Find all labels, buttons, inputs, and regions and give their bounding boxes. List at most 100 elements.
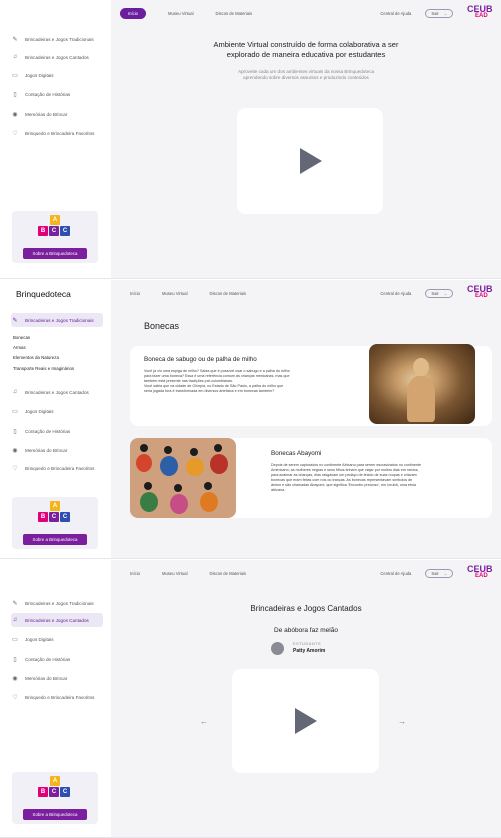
top-nav: Início Museu Virtual Discos de Materiais… — [111, 0, 501, 26]
gamepad-icon: ▭ — [12, 636, 18, 643]
ceub-logo[interactable]: CEUB EAD — [467, 565, 493, 580]
heart-icon: ♡ — [12, 130, 18, 137]
block-a: A — [50, 776, 60, 786]
heart-icon: ♡ — [12, 465, 18, 472]
exit-button[interactable]: Sair → — [425, 8, 453, 18]
abayomi-doll — [164, 446, 172, 454]
exit-label: Sair — [431, 10, 439, 16]
sidebar-item-label: Brinquedo e Brincadeira Favoritos — [25, 465, 95, 471]
main-content: Ambiente Virtual construído de forma col… — [111, 26, 501, 278]
sidebar-item-sung-games[interactable]: ♫ Brincadeiras e Jogos Cantados — [11, 385, 103, 399]
block-a: A — [50, 215, 60, 225]
sidebar-item-traditional-games[interactable]: ✎ Brincadeiras e Jogos Tradicionais — [11, 313, 103, 327]
sidebar-item-traditional-games[interactable]: ✎ Brincadeiras e Jogos Tradicionais — [11, 596, 103, 610]
sidebar-subitem-transporte[interactable]: Transporte Reais e Imaginários — [13, 366, 74, 371]
page-title: Brincadeiras e Jogos Cantados — [250, 604, 362, 613]
play-icon[interactable] — [295, 708, 317, 734]
sidebar-item-digital-games[interactable]: ▭ Jogos Digitais — [11, 632, 103, 646]
about-brinquedoteca-button[interactable]: Sobre a Brinquedoteca — [23, 809, 87, 820]
abayomi-doll — [186, 458, 204, 476]
help-center-link[interactable]: Central de Ajuda — [380, 291, 411, 296]
video-player[interactable] — [232, 669, 379, 773]
prev-arrow-icon[interactable]: ← — [200, 717, 208, 726]
music-note-icon: ♫ — [12, 389, 18, 395]
sidebar-item-label: Memórias do Brincar — [25, 111, 68, 117]
sidebar-item-memories[interactable]: ◉ Memórias do Brincar — [11, 443, 103, 457]
ceub-logo[interactable]: CEUB EAD — [467, 5, 493, 20]
help-center-link[interactable]: Central de Ajuda — [380, 11, 411, 16]
abayomi-doll — [160, 456, 178, 476]
about-brinquedoteca-button[interactable]: Sobre a Brinquedoteca — [23, 248, 87, 259]
main-content: Brincadeiras e Jogos Cantados De abóbora… — [111, 586, 501, 837]
sidebar-item-storytelling[interactable]: ▯ Contação de Histórias — [11, 424, 103, 438]
sidebar-item-favorites[interactable]: ♡ Brinquedo e Brincadeira Favoritos — [11, 126, 103, 140]
sidebar-item-label: Brincadeiras e Jogos Tradicionais — [25, 600, 94, 606]
nav-museu-virtual[interactable]: Museu Virtual — [168, 11, 194, 16]
nav-inicio[interactable]: Início — [130, 571, 140, 576]
sidebar-subitem-armas[interactable]: Armas — [13, 345, 26, 350]
sidebar-item-favorites[interactable]: ♡ Brinquedo e Brincadeira Favoritos — [11, 690, 103, 704]
block-a: A — [50, 501, 60, 511]
block-b: B — [38, 787, 48, 797]
sidebar-item-digital-games[interactable]: ▭ Jogos Digitais — [11, 404, 103, 418]
sidebar-item-label: Jogos Digitais — [25, 408, 54, 414]
sidebar-item-label: Jogos Digitais — [25, 636, 54, 642]
promo-card: A B C C Sobre a Brinquedoteca — [12, 211, 98, 263]
logo-sub: EAD — [475, 573, 488, 579]
nav-discos-materiais[interactable]: Discos de Materiais — [216, 11, 253, 16]
nav-discos-materiais[interactable]: Discos de Materiais — [210, 571, 247, 576]
sidebar: Brinquedoteca ✎ Brincadeiras e Jogos Tra… — [0, 280, 111, 558]
card-text-line: ânimo e são chamadas Abayomi, que signif… — [271, 483, 416, 487]
sidebar-item-label: Brincadeiras e Jogos Tradicionais — [25, 36, 94, 42]
nav-inicio[interactable]: Início — [130, 291, 140, 296]
abayomi-doll — [140, 444, 148, 452]
nav-inicio[interactable]: Início — [120, 7, 147, 19]
sidebar-item-sung-games[interactable]: ♫ Brincadeiras e Jogos Cantados — [11, 613, 103, 627]
video-player[interactable] — [237, 108, 383, 214]
sidebar-item-traditional-games[interactable]: ✎ Brincadeiras e Jogos Tradicionais — [11, 32, 103, 46]
top-nav: Início Museu Virtual Discos de Materiais… — [111, 280, 501, 306]
nav-museu-virtual[interactable]: Museu Virtual — [162, 571, 188, 576]
sidebar-item-digital-games[interactable]: ▭ Jogos Digitais — [11, 68, 103, 82]
play-icon[interactable] — [300, 148, 322, 174]
logo-sub: EAD — [475, 293, 488, 299]
exit-button[interactable]: Sair → — [425, 288, 453, 298]
about-brinquedoteca-button[interactable]: Sobre a Brinquedoteca — [23, 534, 87, 545]
sidebar-item-memories[interactable]: ◉ Memórias do Brincar — [11, 671, 103, 685]
next-arrow-icon[interactable]: → — [398, 717, 406, 726]
card-title: Bonecas Abayomi — [271, 450, 322, 457]
book-icon: ▯ — [13, 91, 17, 98]
exit-label: Sair — [431, 290, 439, 296]
pencil-icon: ✎ — [12, 600, 18, 607]
sidebar-item-memories[interactable]: ◉ Memórias do Brincar — [11, 107, 103, 121]
exit-button[interactable]: Sair → — [425, 568, 453, 578]
help-center-link[interactable]: Central de Ajuda — [380, 571, 411, 576]
nav-discos-materiais[interactable]: Discos de Materiais — [210, 291, 247, 296]
top-right-links: Central de Ajuda Sair → CEUB EAD — [380, 560, 501, 586]
pencil-icon: ✎ — [12, 317, 18, 324]
sidebar-item-label: Brinquedo e Brincadeira Favoritos — [25, 130, 95, 136]
sidebar-subitem-natureza[interactable]: Elementos da Natureza — [13, 355, 59, 360]
abayomi-doll — [144, 482, 152, 490]
sidebar-item-label: Memórias do Brincar — [25, 675, 68, 681]
sidebar-subitem-bonecas[interactable]: Bonecas — [13, 335, 30, 340]
sidebar-item-label: Brincadeiras e Jogos Tradicionais — [25, 317, 94, 323]
music-note-icon: ♫ — [12, 54, 18, 60]
music-note-icon: ♫ — [12, 617, 18, 623]
card-title: Boneca de sabugo ou de palha de milho — [144, 356, 257, 363]
main-content: Bonecas Boneca de sabugo ou de palha de … — [111, 306, 501, 558]
nav-museu-virtual[interactable]: Museu Virtual — [162, 291, 188, 296]
sidebar-item-storytelling[interactable]: ▯ Contação de Histórias — [11, 87, 103, 101]
sidebar-item-label: Contação de Histórias — [25, 91, 71, 97]
corn-husk-doll-image — [369, 344, 475, 424]
top-right-links: Central de Ajuda Sair → CEUB EAD — [380, 280, 501, 306]
sidebar-item-storytelling[interactable]: ▯ Contação de Histórias — [11, 652, 103, 666]
abayomi-doll — [170, 494, 188, 514]
sidebar-item-sung-games[interactable]: ♫ Brincadeiras e Jogos Cantados — [11, 50, 103, 64]
location-pin-icon: ◉ — [12, 447, 18, 454]
block-c: C — [60, 787, 70, 797]
student-name: Patty Amorim — [293, 648, 326, 654]
ceub-logo[interactable]: CEUB EAD — [467, 285, 493, 300]
sidebar-item-favorites[interactable]: ♡ Brinquedo e Brincadeira Favoritos — [11, 461, 103, 475]
abayomi-doll — [140, 492, 158, 512]
